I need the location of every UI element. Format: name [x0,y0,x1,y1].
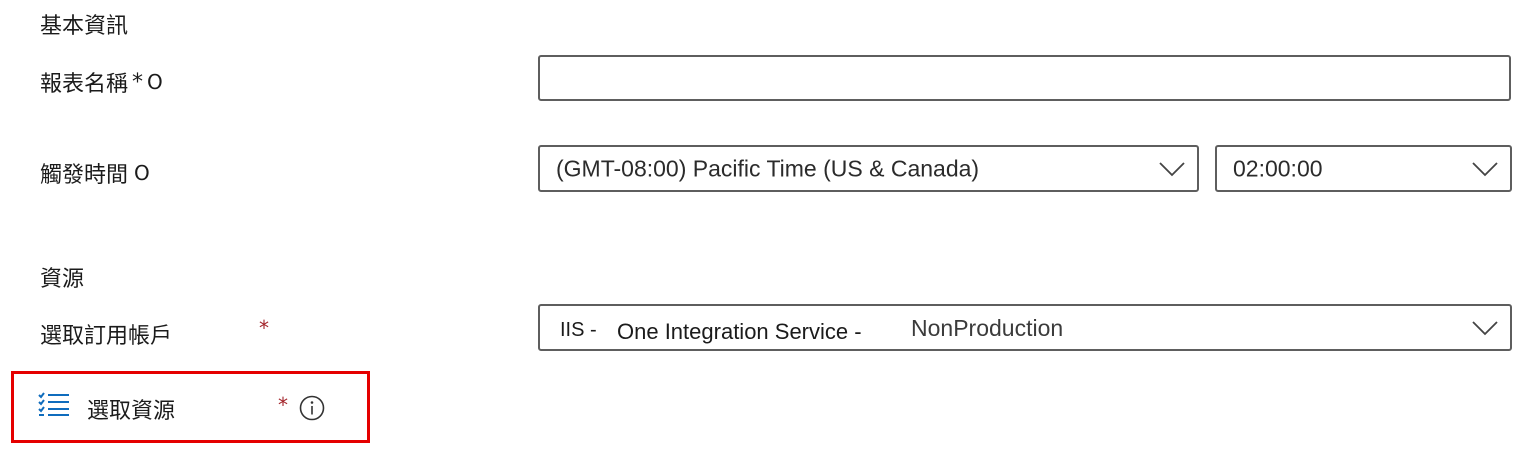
info-icon[interactable] [299,395,325,421]
timezone-value: (GMT-08:00) Pacific Time (US & Canada) [556,155,980,181]
select-resources-required-mark: * [278,393,288,417]
time-value: 02:00:00 [1233,155,1323,181]
report-name-field[interactable] [538,55,1511,101]
basic-info-heading: 基本資訊 [40,14,129,39]
timezone-dropdown[interactable]: (GMT-08:00) Pacific Time (US & Canada) [538,145,1199,192]
trigger-time-info-icon[interactable]: O [134,161,150,185]
chevron-down-icon [1472,161,1498,176]
subscription-dropdown[interactable]: IIS - One Integration Service - NonProdu… [538,304,1512,351]
trigger-time-label: 觸發時間 [40,163,129,188]
subscription-label: 選取訂用帳戶 [40,324,173,349]
select-resources-label[interactable]: 選取資源 [87,393,175,425]
report-name-label: 報表名稱 [40,72,129,97]
time-dropdown[interactable]: 02:00:00 [1215,145,1512,192]
resources-heading: 資源 [40,267,85,292]
chevron-down-icon [1472,320,1498,335]
report-name-input[interactable] [540,57,1509,99]
trigger-time-label-group: 觸發時間 O [40,157,150,189]
checklist-icon [38,392,69,416]
subscription-value-prefix: IIS - [560,319,597,341]
subscription-required-mark: * [259,316,269,340]
subscription-value-name: One Integration Service - [617,319,862,344]
report-name-label-group: 報表名稱 * O [40,66,163,98]
chevron-down-icon [1159,161,1185,176]
subscription-value-suffix: NonProduction [911,315,1064,341]
report-name-info-icon[interactable]: O [147,70,163,94]
select-resources-button[interactable] [38,392,70,422]
report-name-required-mark: * [132,69,144,95]
